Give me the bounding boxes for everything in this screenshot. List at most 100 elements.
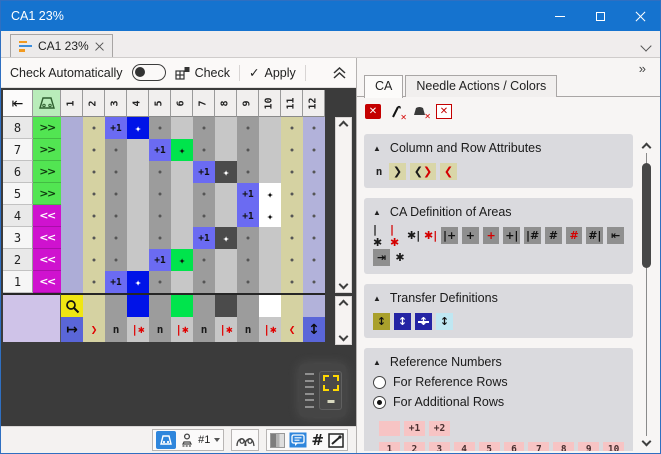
column-header[interactable]: 1 [61, 90, 83, 117]
grid-cell[interactable] [105, 205, 127, 227]
grid-cell[interactable] [215, 117, 237, 139]
needle-action-n[interactable]: n [149, 317, 171, 342]
grid-cell[interactable] [171, 227, 193, 249]
column-header[interactable]: 3 [105, 90, 127, 117]
grid-cell[interactable] [171, 183, 193, 205]
reference-number[interactable]: 9 [578, 442, 599, 451]
grid-cell[interactable] [281, 249, 303, 271]
transfer-olive[interactable]: ↕ [373, 313, 390, 330]
delete-selection-button[interactable]: ✕ [436, 104, 452, 119]
reference-number[interactable]: 7 [528, 442, 549, 451]
minimize-button[interactable] [540, 1, 580, 31]
grid-cell[interactable]: ✦ [127, 117, 149, 139]
scroll-down-icon[interactable] [641, 437, 651, 447]
column-header[interactable]: 5 [149, 90, 171, 117]
grid-cell[interactable] [259, 249, 281, 271]
grid-cell[interactable] [237, 271, 259, 293]
grid-cell[interactable] [83, 249, 105, 271]
footer-color-cell[interactable] [193, 293, 215, 317]
maximize-button[interactable] [580, 1, 620, 31]
grid-cell[interactable] [303, 139, 325, 161]
row-number[interactable]: 3 [3, 227, 33, 249]
grid-cell[interactable] [105, 183, 127, 205]
tab-ca[interactable]: CA [364, 75, 403, 98]
to-left-edge-icon[interactable]: ⇤ [3, 90, 33, 117]
row-number[interactable]: 8 [3, 117, 33, 139]
area-bar-plus[interactable]: |+ [441, 227, 458, 244]
scrollbar-track[interactable] [646, 153, 647, 436]
grid-cell[interactable]: +1 [149, 249, 171, 271]
scroll-up-icon[interactable] [641, 143, 651, 153]
grid-cell[interactable] [171, 117, 193, 139]
grid-cell[interactable] [127, 227, 149, 249]
section-header[interactable]: ▲Transfer Definitions [373, 291, 624, 305]
row-number[interactable]: 6 [3, 161, 33, 183]
selection-dropdown-icon[interactable] [214, 438, 220, 442]
reference-number[interactable]: +1 [404, 421, 425, 436]
carriage-view-button[interactable] [156, 431, 176, 449]
attr-arrow-left[interactable]: ❮ [440, 163, 457, 180]
grid-cell[interactable] [105, 227, 127, 249]
panel-scrollbar[interactable] [639, 142, 653, 447]
row-direction[interactable]: << [33, 227, 61, 249]
area-star-bar[interactable]: ✱| [407, 227, 420, 244]
grid-cell[interactable] [303, 183, 325, 205]
section-header[interactable]: ▲CA Definition of Areas [373, 205, 624, 219]
tab-close-icon[interactable] [95, 42, 104, 51]
document-tab[interactable]: CA1 23% [10, 34, 113, 57]
grid-cell[interactable] [303, 161, 325, 183]
grid-cell[interactable]: ✦ [215, 227, 237, 249]
column-header[interactable]: 10 [259, 90, 281, 117]
row-start-icon[interactable]: ↦ [61, 317, 83, 342]
grid-cell[interactable] [237, 249, 259, 271]
section-header[interactable]: ▲Column and Row Attributes [373, 141, 624, 155]
grid-cell[interactable] [215, 249, 237, 271]
grid-cell[interactable] [61, 227, 83, 249]
grid-cell[interactable]: ✦ [215, 161, 237, 183]
reference-number[interactable]: 10 [603, 442, 624, 451]
comments-view-button[interactable] [289, 432, 307, 448]
grid-cell[interactable] [149, 161, 171, 183]
reference-number[interactable]: +2 [429, 421, 450, 436]
collapse-icon[interactable]: ▲ [373, 144, 381, 153]
grid-cell[interactable] [149, 205, 171, 227]
footer-color-cell[interactable] [215, 293, 237, 317]
grid-cell[interactable] [127, 205, 149, 227]
area-bar-hash[interactable]: |# [524, 227, 541, 244]
area-bar-star[interactable]: |✱ [373, 227, 386, 244]
grid-vertical-scrollbar[interactable] [335, 117, 352, 293]
scroll-up-icon[interactable] [339, 121, 349, 131]
grid-cell[interactable] [83, 117, 105, 139]
column-header[interactable]: 4 [127, 90, 149, 117]
stamp-button[interactable] [180, 433, 194, 447]
transfer-icon[interactable]: ↕ [303, 317, 325, 342]
grid-cell[interactable] [303, 271, 325, 293]
grid-cell[interactable] [237, 227, 259, 249]
grid-cell[interactable] [171, 205, 193, 227]
close-button[interactable] [620, 1, 660, 31]
grid-cell[interactable]: ✦ [171, 139, 193, 161]
area-hash-red[interactable]: # [566, 227, 583, 244]
area-plus-bar[interactable]: +| [503, 227, 520, 244]
grid-cell[interactable] [61, 183, 83, 205]
footer-color-cell[interactable] [83, 293, 105, 317]
grid-cell[interactable] [215, 183, 237, 205]
grid-cell[interactable] [237, 161, 259, 183]
grid-cell[interactable] [281, 183, 303, 205]
grid-cell[interactable] [259, 139, 281, 161]
grid-cell[interactable] [281, 139, 303, 161]
grid-cell[interactable] [61, 161, 83, 183]
grid-cell[interactable]: ✦ [259, 205, 281, 227]
grid-cell[interactable] [237, 117, 259, 139]
grid-cell[interactable] [105, 161, 127, 183]
footer-color-cell[interactable] [281, 293, 303, 317]
grid-cell[interactable] [303, 205, 325, 227]
reference-number[interactable]: 3 [429, 442, 450, 451]
reference-number[interactable]: 4 [454, 442, 475, 451]
apply-button[interactable]: ✓ Apply [249, 65, 296, 80]
scroll-down-icon[interactable] [339, 280, 349, 290]
grid-cell[interactable]: +1 [149, 139, 171, 161]
scroll-down-icon[interactable] [339, 332, 349, 342]
area-bar-star-red[interactable]: |✱ [390, 227, 403, 244]
row-direction[interactable]: << [33, 205, 61, 227]
